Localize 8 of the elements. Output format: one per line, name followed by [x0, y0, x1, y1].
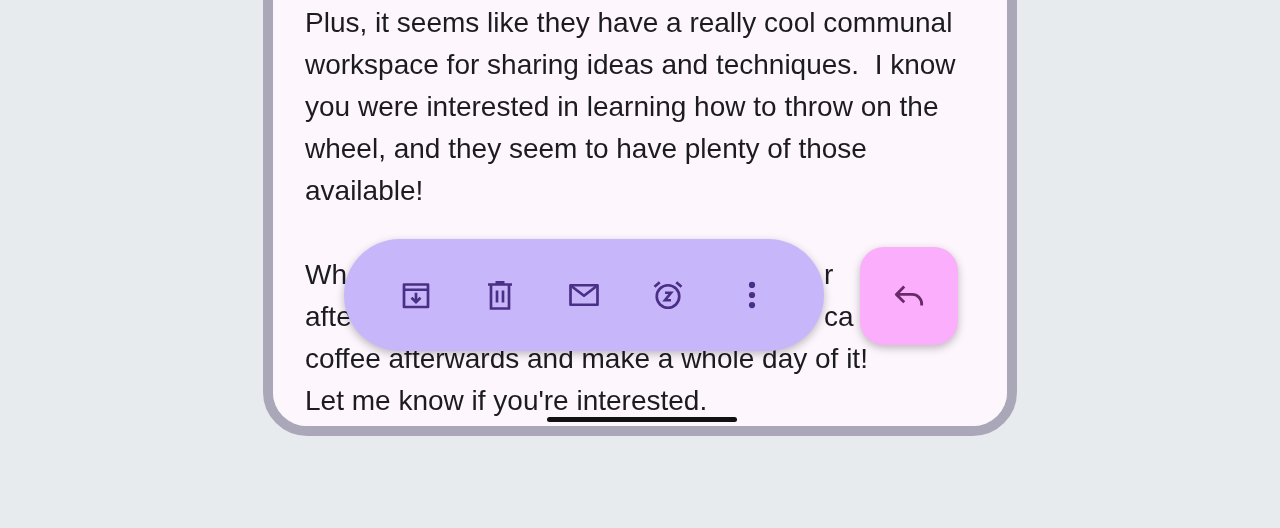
- message-text: afte: [305, 301, 352, 332]
- message-text: coffee afterwards and make a whole day of it!: [305, 343, 868, 374]
- message-text: ca: [824, 301, 854, 332]
- more-options-icon: [748, 281, 756, 309]
- message-paragraph: Plus, it seems like they have a really cool communal workspace for sharing ideas and techniques. I know you were interested in learning how to throw on the wheel, and they seem to have plenty of those available!: [305, 6, 957, 208]
- message-text: Wh: [305, 259, 347, 290]
- message-text: Let me know if you're interested.: [305, 385, 708, 416]
- message-text: r: [824, 259, 834, 290]
